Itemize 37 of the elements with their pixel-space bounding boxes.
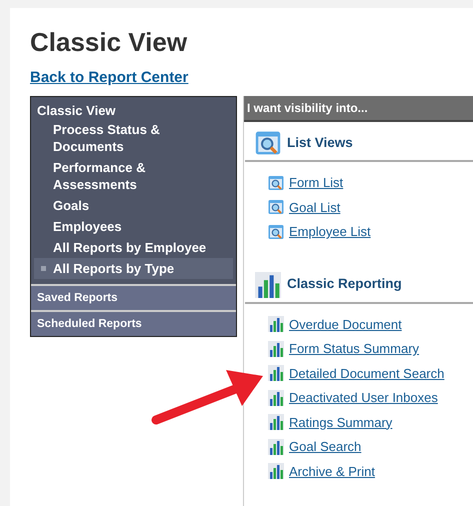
report-link[interactable]: Archive & Print	[289, 462, 375, 481]
bar-chart-icon	[268, 316, 284, 332]
report-link[interactable]: Detailed Document Search	[289, 364, 444, 383]
sidebar-section[interactable]: Scheduled Reports	[31, 310, 236, 336]
report-link[interactable]: Goal Search	[289, 437, 362, 456]
bar-chart-icon	[255, 272, 281, 298]
sidebar-item[interactable]: Goals	[34, 195, 233, 216]
bullet-icon	[41, 266, 46, 271]
report-link[interactable]: Employee List	[289, 222, 371, 242]
bar-chart-icon	[268, 414, 284, 430]
group-title: List Views	[287, 134, 353, 152]
bar-chart-icon	[268, 365, 284, 382]
back-link[interactable]: Back to Report Center	[30, 68, 188, 88]
sidebar-item[interactable]: Performance & Assessments	[34, 157, 233, 195]
sidebar-item[interactable]: All Reports by Employee	[34, 237, 233, 258]
report-link[interactable]: Form Status Summary	[289, 339, 420, 358]
bar-chart-icon	[268, 340, 284, 357]
sidebar-item[interactable]: All Reports by Type	[34, 258, 233, 279]
magnifier-icon	[268, 174, 284, 191]
page-title: Classic View	[30, 26, 188, 58]
sidebar-item[interactable]: Process Status & Documents	[34, 119, 233, 157]
magnifier-icon	[268, 199, 284, 216]
magnifier-icon	[255, 130, 281, 156]
sidebar-header: Classic View	[36, 102, 117, 119]
group-title: Classic Reporting	[287, 275, 402, 294]
report-link[interactable]: Deactivated User Inboxes	[289, 388, 438, 408]
panel-header: I want visibility into...	[244, 96, 473, 122]
sidebar-section[interactable]: Saved Reports	[31, 284, 236, 310]
bar-chart-icon	[268, 390, 284, 406]
bar-chart-icon	[268, 438, 284, 455]
sidebar-item[interactable]: Employees	[34, 216, 233, 237]
report-link[interactable]: Goal List	[289, 198, 340, 217]
report-link[interactable]: Overdue Document	[289, 314, 402, 334]
bar-chart-icon	[268, 463, 284, 480]
report-link[interactable]: Form List	[289, 173, 344, 192]
magnifier-icon	[268, 224, 284, 240]
report-link[interactable]: Ratings Summary	[289, 412, 392, 432]
